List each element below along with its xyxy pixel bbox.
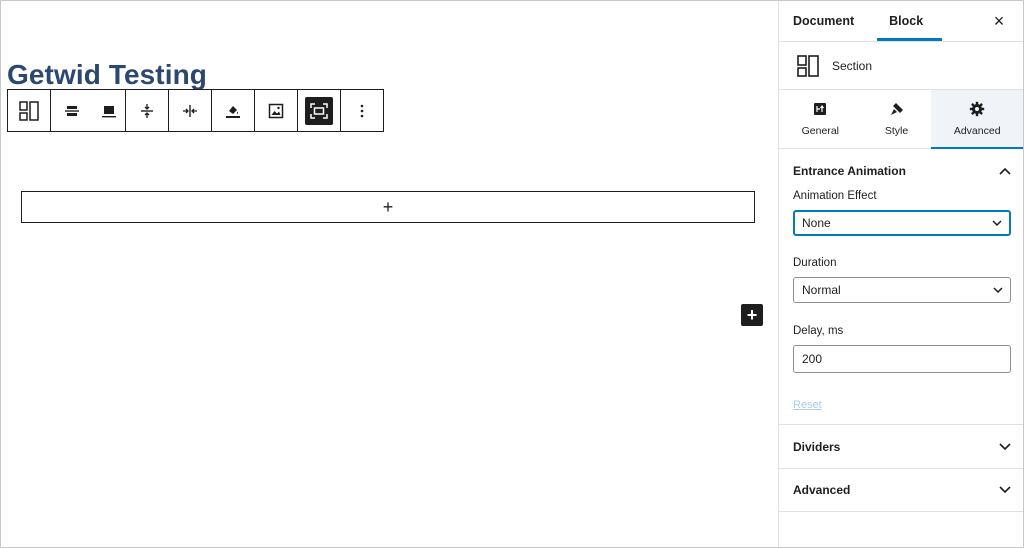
brush-icon (889, 101, 905, 117)
vertical-spacing-icon (141, 103, 153, 118)
toolbar-group-vertical-spacing (126, 90, 169, 131)
tab-advanced-label: Advanced (953, 125, 1001, 137)
tab-style-label: Style (884, 125, 909, 137)
tab-document[interactable]: Document (779, 1, 867, 41)
advanced-title: Advanced (793, 483, 851, 497)
animation-effect-select[interactable]: None (793, 210, 1011, 236)
delay-input[interactable] (793, 345, 1011, 373)
reset-link[interactable]: Reset (793, 399, 822, 411)
editor-canvas: Getwid Testing + + (1, 1, 778, 547)
toolbar-group-horizontal-spacing (169, 90, 212, 131)
tab-advanced[interactable]: Advanced (931, 90, 1023, 149)
tab-general-label: General (801, 125, 839, 137)
toolbar-group-background-image (255, 90, 298, 131)
background-image-icon (268, 103, 284, 118)
animation-effect-value: None (802, 216, 831, 230)
post-title[interactable]: Getwid Testing (7, 59, 207, 91)
block-inserter-button[interactable]: + (741, 304, 763, 326)
tab-block-label: Block (889, 14, 924, 28)
horizontal-spacing-button[interactable] (169, 90, 211, 131)
align-bottom-button[interactable] (93, 90, 125, 131)
toolbar-group-more (341, 90, 383, 131)
tab-general[interactable]: General (779, 90, 862, 148)
vertical-spacing-button[interactable] (126, 90, 168, 131)
entrance-animation-title: Entrance Animation (793, 164, 906, 178)
block-toolbar (7, 89, 384, 132)
background-color-button[interactable] (212, 90, 254, 131)
editor-window: Getwid Testing + + Document Block × Sect… (1, 1, 1023, 547)
close-icon: × (993, 11, 1005, 31)
chevron-up-icon (999, 167, 1011, 175)
toolbar-group-full-width (298, 90, 341, 131)
chevron-down-icon (999, 442, 1011, 450)
duration-select[interactable]: Normal (793, 277, 1011, 303)
block-name: Section (832, 58, 873, 73)
vertical-align-middle-icon (65, 105, 79, 116)
sidebar-header: Document Block × (779, 1, 1023, 42)
align-middle-button[interactable] (51, 90, 93, 131)
block-type-button[interactable] (8, 90, 50, 131)
general-icon (813, 101, 827, 117)
entrance-animation-toggle[interactable]: Entrance Animation (793, 149, 1011, 193)
full-width-icon (310, 102, 328, 119)
chevron-down-icon (999, 486, 1011, 494)
plus-icon: + (746, 305, 758, 325)
tab-style[interactable]: Style (862, 90, 932, 148)
entrance-animation-panel: Entrance Animation Animation Effect None… (779, 149, 1023, 424)
advanced-panel-toggle[interactable]: Advanced (779, 468, 1023, 512)
block-card: Section (779, 42, 1023, 90)
background-image-button[interactable] (255, 90, 297, 131)
settings-sidebar: Document Block × Section General Style A… (778, 1, 1023, 547)
more-options-icon (360, 104, 364, 117)
animation-effect-label: Animation Effect (793, 190, 877, 202)
toolbar-group-block-type (8, 90, 51, 131)
toolbar-group-background-color (212, 90, 255, 131)
full-width-button[interactable] (298, 90, 340, 131)
more-options-button[interactable] (341, 90, 383, 131)
tab-block[interactable]: Block (867, 1, 943, 41)
block-appender[interactable]: + (21, 191, 755, 223)
dividers-panel-toggle[interactable]: Dividers (779, 424, 1023, 468)
close-sidebar-button[interactable]: × (991, 11, 1007, 31)
section-block-icon (797, 54, 819, 77)
vertical-align-bottom-icon (102, 105, 116, 117)
horizontal-spacing-icon (183, 104, 197, 117)
toolbar-group-alignment (51, 90, 126, 131)
background-color-icon (226, 105, 240, 118)
dividers-title: Dividers (793, 439, 841, 454)
duration-value: Normal (802, 283, 841, 297)
block-panel-tabs: General Style Advanced (779, 90, 1023, 149)
delay-label: Delay, ms (793, 325, 844, 337)
tab-document-label: Document (793, 14, 855, 28)
plus-icon: + (382, 197, 394, 217)
duration-label: Duration (793, 257, 837, 269)
full-width-active-indicator (305, 96, 333, 125)
chevron-down-icon (992, 220, 1002, 226)
gear-icon (969, 101, 985, 117)
chevron-down-icon (993, 287, 1003, 293)
section-block-icon (19, 100, 39, 121)
